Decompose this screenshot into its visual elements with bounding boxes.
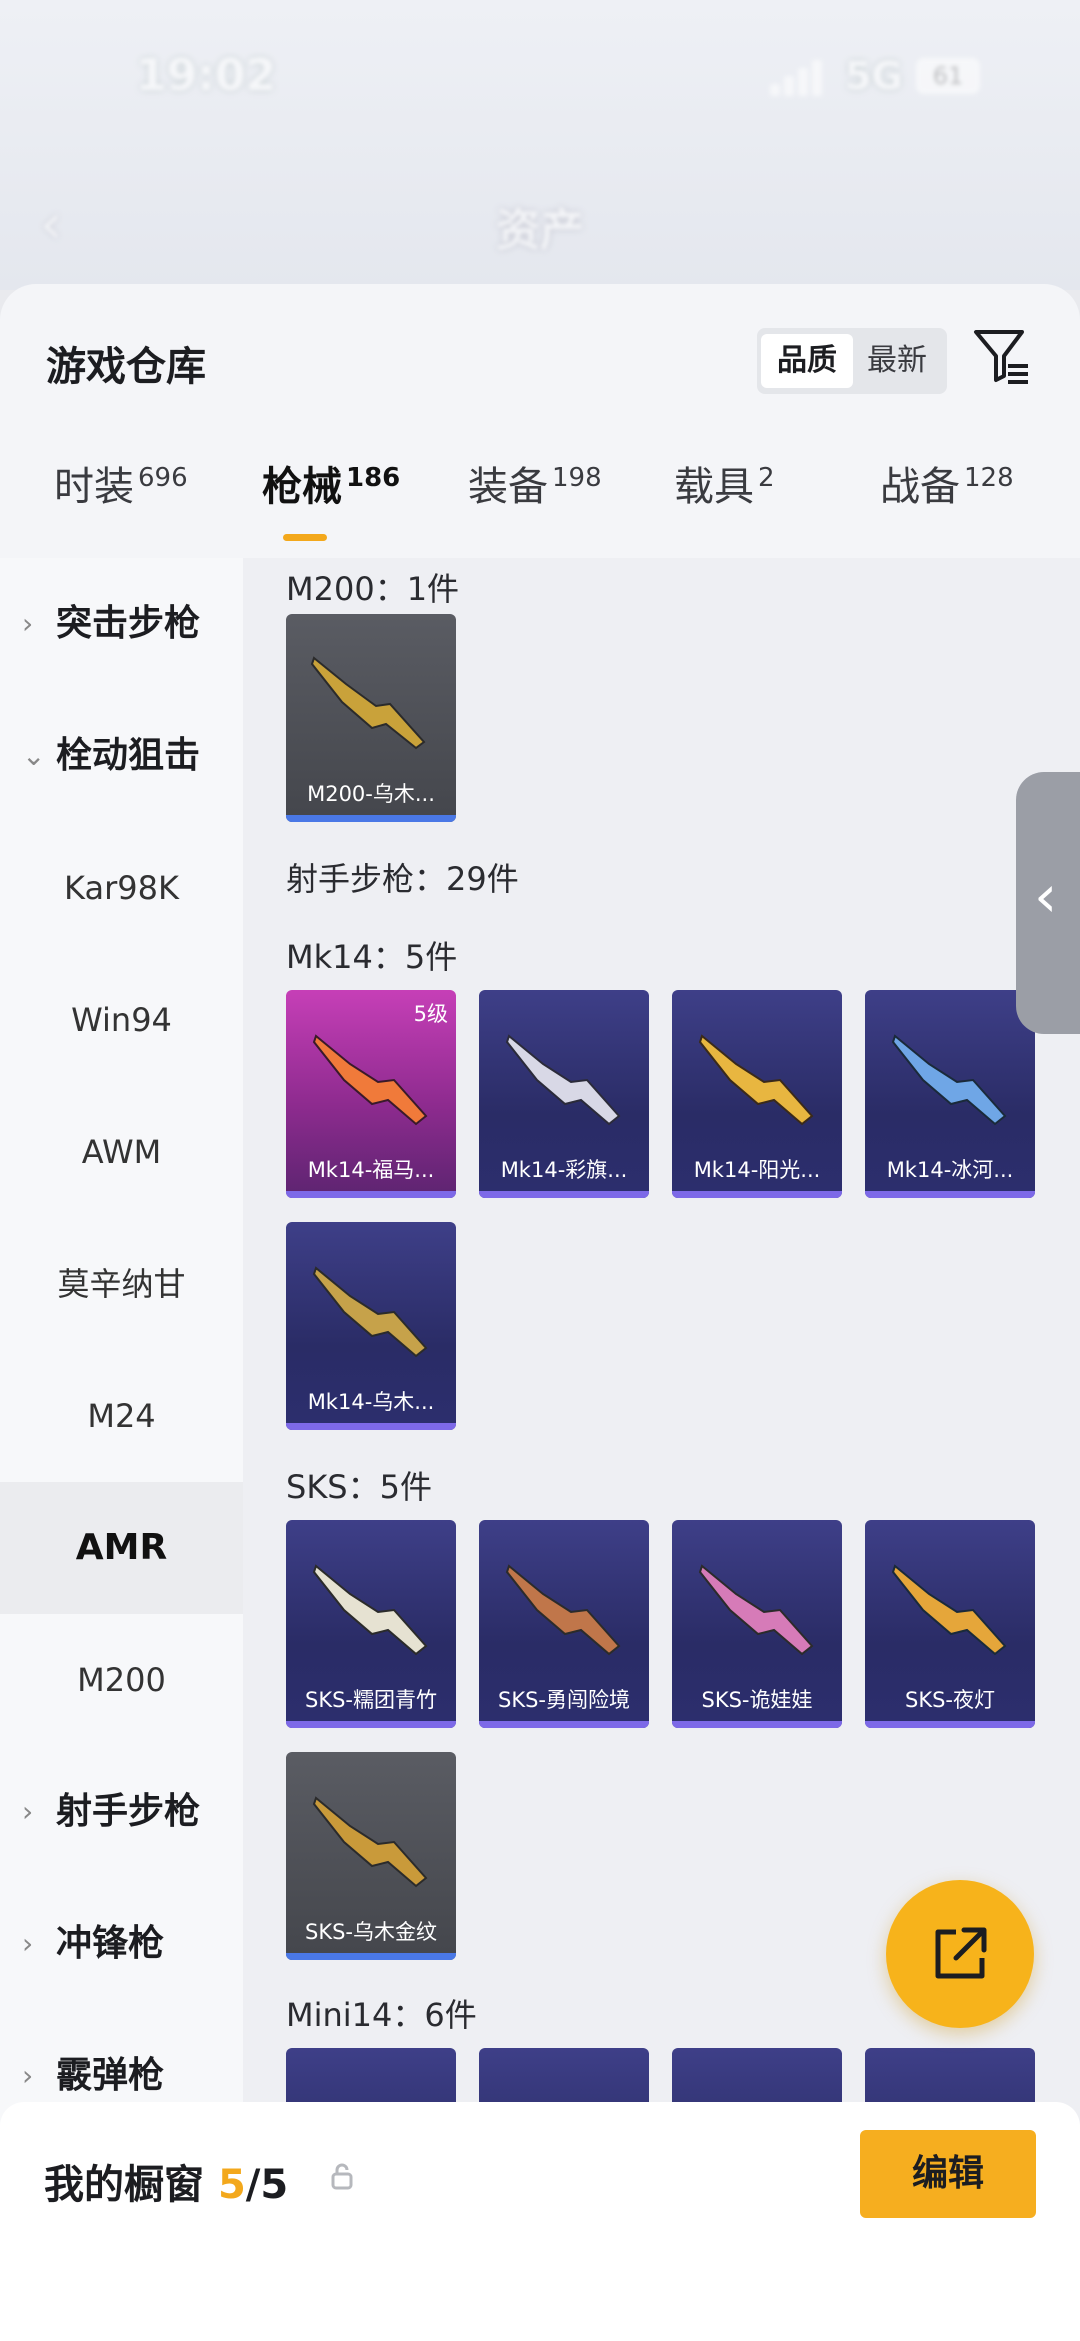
chevron-down-icon: ⌄ (22, 739, 46, 772)
sidebar-item-dmr[interactable]: › 射手步枪 (0, 1746, 243, 1878)
rifle-icon (891, 1034, 1007, 1126)
rarity-bar (286, 1423, 456, 1430)
tab-equipment[interactable]: 装备 198 (468, 454, 602, 512)
rifle-icon (312, 1034, 428, 1126)
sidebar-item-smg[interactable]: › 冲锋枪 (0, 1878, 243, 2010)
chevron-right-icon: › (22, 1795, 34, 1828)
category-tabs: 时装 696 枪械 186 装备 198 载具 2 战备 128 (0, 454, 1080, 544)
chevron-left-icon: ‹ (1034, 862, 1058, 930)
rarity-bar (286, 815, 456, 822)
showcase-label: 我的橱窗 5/5 (44, 2162, 289, 2208)
rarity-bar (865, 1191, 1035, 1198)
nav-title: 资产 (496, 205, 584, 256)
sidebar-item-kar98k[interactable]: Kar98K (0, 822, 243, 954)
sheet-title: 游戏仓库 (46, 344, 206, 390)
network-type: 5G (845, 54, 903, 98)
item-card[interactable]: Mk14-冰河... (865, 990, 1035, 1198)
section-header-mk14: Mk14：5件 (286, 938, 458, 976)
nav-bar: ‹ 资产 (0, 180, 1080, 270)
rifle-icon (312, 1564, 428, 1656)
side-drawer-handle[interactable]: ‹ (1016, 772, 1080, 1034)
item-card[interactable]: Mk14-阳光... (672, 990, 842, 1198)
item-card[interactable]: SKS-夜灯 (865, 1520, 1035, 1728)
item-card[interactable]: Mk14-乌木... (286, 1222, 456, 1430)
item-card[interactable]: SKS-诡娃娃 (672, 1520, 842, 1728)
tab-guns[interactable]: 枪械 186 (262, 454, 400, 512)
item-card[interactable]: 5级 Mk14-福马... (286, 990, 456, 1198)
sidebar-item-awm[interactable]: AWM (0, 1086, 243, 1218)
rarity-bar (286, 1721, 456, 1728)
status-time: 19:02 (136, 50, 277, 101)
rifle-icon (312, 1266, 428, 1358)
rarity-bar (672, 1721, 842, 1728)
status-bar: 19:02 5G 61 (0, 40, 1080, 120)
sort-newest[interactable]: 最新 (851, 334, 943, 388)
rifle-icon (698, 1564, 814, 1656)
rifle-icon (310, 656, 426, 750)
rarity-bar (286, 1953, 456, 1960)
rarity-bar (865, 1721, 1035, 1728)
item-card[interactable]: SKS-糯团青竹 (286, 1520, 456, 1728)
signal-icon (770, 60, 830, 96)
item-card[interactable]: SKS-勇闯险境 (479, 1520, 649, 1728)
section-header-dmr: 射手步枪：29件 (286, 860, 519, 898)
sidebar: › 突击步枪 ⌄ 栓动狙击 Kar98K Win94 AWM 莫辛纳甘 M24 AM… (0, 558, 243, 2341)
sort-quality[interactable]: 品质 (761, 334, 853, 388)
warehouse-sheet: 游戏仓库 品质 最新 时装 696 枪械 186 装备 198 载具 2 战备 128 ›… (0, 284, 1080, 2341)
section-header-sks: SKS：5件 (286, 1468, 432, 1506)
warehouse-screen: 19:02 5G 61 ‹ 资产 游戏仓库 品质 最新 时装 696 枪械 186 … (0, 0, 1080, 2341)
sidebar-item-m24[interactable]: M24 (0, 1350, 243, 1482)
rifle-icon (891, 1564, 1007, 1656)
sort-toggle: 品质 最新 (757, 328, 947, 394)
item-card[interactable]: M200-乌木... (286, 614, 456, 822)
sidebar-item-win94[interactable]: Win94 (0, 954, 243, 1086)
sidebar-item-m200[interactable]: M200 (0, 1614, 243, 1746)
share-button[interactable] (886, 1880, 1034, 2028)
showcase-bar: 我的橱窗 5/5 编辑 (0, 2102, 1080, 2341)
lock-icon (331, 2163, 353, 2190)
rifle-icon (312, 1796, 428, 1888)
battery-icon: 61 (916, 58, 980, 94)
section-header-mini14: Mini14：6件 (286, 1996, 477, 2034)
active-tab-indicator (283, 534, 327, 541)
rifle-icon (505, 1564, 621, 1656)
tab-fashion[interactable]: 时装 696 (54, 454, 188, 512)
sidebar-item-amr[interactable]: AMR (0, 1482, 243, 1614)
share-icon (935, 1927, 987, 1979)
filter-icon[interactable] (972, 326, 1032, 386)
rifle-icon (698, 1034, 814, 1126)
tab-vehicles[interactable]: 载具 2 (674, 454, 775, 512)
section-header-m200: M200：1件 (286, 570, 460, 608)
item-card[interactable]: Mk14-彩旗... (479, 990, 649, 1198)
sidebar-item-assault-rifle[interactable]: › 突击步枪 (0, 558, 243, 690)
rarity-bar (479, 1191, 649, 1198)
chevron-right-icon: › (22, 607, 34, 640)
rarity-bar (479, 1721, 649, 1728)
rarity-bar (672, 1191, 842, 1198)
item-card[interactable]: SKS-乌木金纹 (286, 1752, 456, 1960)
tab-supplies[interactable]: 战备 128 (880, 454, 1014, 512)
edit-button[interactable]: 编辑 (860, 2130, 1036, 2218)
rifle-icon (505, 1034, 621, 1126)
rarity-bar (286, 1191, 456, 1198)
item-grid: M200：1件 M200-乌木... 射手步枪：29件 Mk14：5件 5级 M… (243, 558, 1080, 2341)
chevron-right-icon: › (22, 1927, 34, 1960)
sidebar-item-bolt-sniper[interactable]: ⌄ 栓动狙击 (0, 690, 243, 822)
sidebar-item-mosin[interactable]: 莫辛纳甘 (0, 1218, 243, 1350)
